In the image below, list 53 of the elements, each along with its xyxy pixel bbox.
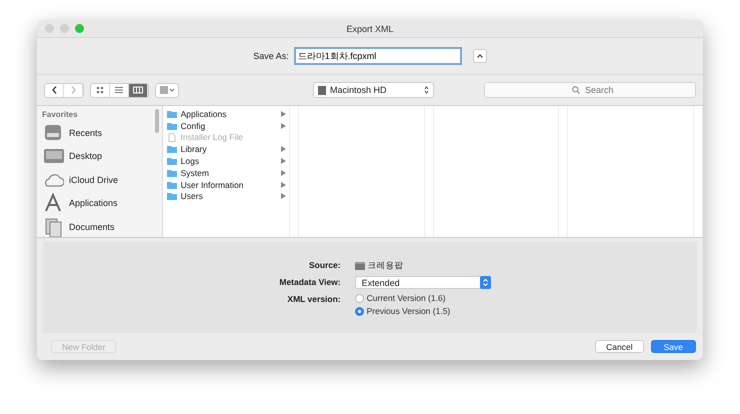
minimize-button[interactable] (60, 24, 69, 33)
collapse-button[interactable] (472, 49, 487, 63)
version-radio[interactable]: Previous Version (1.5) (354, 306, 491, 316)
sidebar-item[interactable]: Documents (42, 215, 162, 237)
metadata-view-dropdown[interactable]: Extended (354, 276, 491, 289)
search-field[interactable]: Search (484, 82, 696, 98)
arrange-button[interactable] (155, 82, 179, 98)
list-icon (114, 85, 124, 95)
close-button[interactable] (45, 24, 54, 33)
file-row[interactable]: System (162, 166, 290, 179)
window-title: Export XML (346, 24, 394, 34)
folder-icon (166, 145, 177, 154)
clapperboard-icon (354, 262, 365, 270)
folder-icon (166, 122, 177, 130)
file-row[interactable]: User Information (162, 178, 290, 191)
sidebar-item[interactable]: Recents (42, 121, 162, 144)
xml-version-label: XML version: (286, 293, 341, 306)
grid-icon (95, 85, 105, 95)
folder-icon (166, 157, 177, 166)
search-icon (572, 86, 580, 94)
file-row[interactable]: Logs (162, 155, 290, 167)
file-row[interactable]: Config (162, 120, 290, 132)
scrollbar[interactable] (154, 109, 159, 133)
caret-icon (476, 54, 483, 58)
save-as-label: Save As: (253, 51, 289, 61)
location-dropdown[interactable]: Macintosh HD (313, 82, 434, 98)
filename-field[interactable]: 드라마1회차.fcpxml (294, 47, 462, 65)
sidebar-heading: Favorites (42, 110, 79, 119)
save-button[interactable]: Save (650, 340, 696, 353)
folder-icon (166, 110, 177, 118)
metadata-view-label: Metadata View: (279, 276, 341, 289)
source-value: 크레용팝 (368, 260, 404, 272)
source-label: Source: (308, 259, 341, 272)
updown-icon (480, 276, 491, 289)
updown-icon (424, 86, 429, 94)
file-row[interactable]: Library (162, 143, 290, 156)
zoom-button[interactable] (75, 24, 84, 33)
chevron-left-icon (52, 86, 56, 94)
file-row[interactable]: Users (162, 190, 290, 202)
grid-menu-icon (160, 86, 174, 94)
sidebar-item[interactable]: iCloud Drive (42, 168, 162, 192)
folder-icon (166, 192, 177, 200)
sidebar-item[interactable]: Desktop (42, 144, 162, 168)
version-radio[interactable]: Current Version (1.6) (354, 293, 491, 303)
columns-icon (133, 85, 143, 95)
folder-icon (166, 168, 177, 177)
cancel-button[interactable]: Cancel (595, 340, 644, 353)
chevron-right-icon (70, 86, 76, 94)
file-row[interactable]: Applications (162, 108, 290, 120)
folder-icon (166, 180, 177, 189)
document-icon (166, 132, 177, 142)
sidebar-item[interactable]: Applications (42, 192, 162, 215)
column-view-button[interactable] (129, 84, 148, 96)
